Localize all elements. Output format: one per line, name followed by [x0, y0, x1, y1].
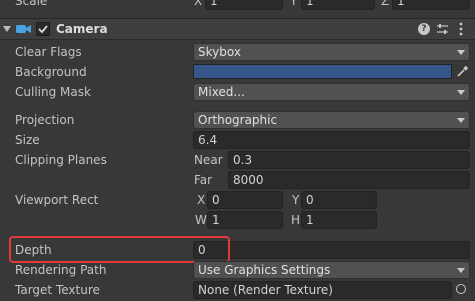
target-texture-row: Target Texture None (Render Texture) — [0, 281, 475, 301]
scale-z-label: Z — [381, 0, 390, 8]
rendering-path-label: Rendering Path — [15, 263, 107, 277]
object-picker-icon[interactable] — [456, 284, 466, 294]
scale-x-field[interactable]: 1 — [205, 0, 283, 10]
projection-dropdown[interactable]: Orthographic — [193, 111, 470, 129]
background-row: Background — [0, 63, 475, 83]
chevron-down-icon — [457, 268, 465, 273]
chevron-down-icon — [457, 90, 465, 95]
target-texture-field[interactable]: None (Render Texture) — [193, 281, 452, 299]
viewport-w-label: W — [195, 213, 207, 227]
rendering-path-dropdown[interactable]: Use Graphics Settings — [193, 261, 470, 279]
camera-component-header[interactable]: Camera ? — [0, 18, 475, 40]
clipping-planes-label: Clipping Planes — [15, 153, 107, 167]
culling-mask-dropdown[interactable]: Mixed... — [193, 83, 470, 101]
background-label: Background — [15, 65, 87, 79]
viewport-x-field[interactable]: 0 — [207, 191, 283, 209]
scale-y-field[interactable]: 1 — [301, 0, 375, 10]
projection-value: Orthographic — [198, 113, 278, 127]
viewport-x-label: X — [197, 193, 206, 207]
chevron-down-icon — [457, 118, 465, 123]
size-field[interactable]: 6.4 — [193, 131, 470, 149]
near-field[interactable]: 0.3 — [228, 151, 470, 169]
size-row: Size 6.4 — [0, 131, 475, 151]
depth-field[interactable]: 0 — [193, 241, 470, 259]
chevron-down-icon — [457, 50, 465, 55]
rendering-path-row: Rendering Path Use Graphics Settings — [0, 261, 475, 281]
projection-row: Projection Orthographic — [0, 111, 475, 131]
depth-highlight-box — [9, 236, 230, 263]
culling-mask-row: Culling Mask Mixed... — [0, 83, 475, 103]
clear-flags-row: Clear Flags Skybox — [0, 43, 475, 63]
near-label: Near — [194, 153, 223, 167]
viewport-y-field[interactable]: 0 — [301, 191, 377, 209]
component-enabled-checkbox[interactable] — [36, 22, 50, 36]
scale-z-field[interactable]: 1 — [392, 0, 470, 10]
far-field[interactable]: 8000 — [228, 171, 470, 189]
scale-x-label: X — [194, 0, 203, 8]
clear-flags-dropdown[interactable]: Skybox — [193, 43, 470, 61]
viewport-y-label: Y — [292, 193, 300, 207]
clear-flags-label: Clear Flags — [15, 45, 82, 59]
help-icon[interactable]: ? — [418, 23, 430, 35]
viewport-h-field[interactable]: 1 — [301, 211, 377, 229]
background-color-swatch[interactable] — [193, 64, 452, 79]
target-texture-label: Target Texture — [15, 283, 100, 297]
component-title: Camera — [56, 22, 108, 36]
culling-mask-label: Culling Mask — [15, 85, 91, 99]
clipping-planes-row: Clipping Planes Near 0.3 — [0, 151, 475, 171]
foldout-arrow-icon[interactable] — [3, 26, 11, 32]
viewport-rect-label: Viewport Rect — [15, 193, 99, 207]
menu-icon[interactable] — [459, 22, 463, 39]
viewport-h-label: H — [291, 213, 301, 227]
preset-icon[interactable] — [436, 23, 449, 38]
camera-icon — [16, 23, 32, 38]
culling-mask-value: Mixed... — [198, 85, 245, 99]
viewport-size-row: W 1 H 1 — [0, 211, 475, 231]
eyedropper-icon[interactable] — [456, 65, 469, 81]
scale-label: Scale — [15, 0, 48, 8]
rendering-path-value: Use Graphics Settings — [198, 263, 331, 277]
viewport-w-field[interactable]: 1 — [207, 211, 283, 229]
scale-row: Scale X 1 Y 1 Z 1 — [0, 0, 475, 12]
size-label: Size — [15, 133, 40, 147]
viewport-rect-row: Viewport Rect X 0 Y 0 — [0, 191, 475, 211]
clear-flags-value: Skybox — [198, 45, 241, 59]
clipping-far-row: Far 8000 — [0, 171, 475, 191]
far-label: Far — [194, 173, 213, 187]
scale-y-label: Y — [290, 0, 298, 8]
projection-label: Projection — [15, 113, 75, 127]
